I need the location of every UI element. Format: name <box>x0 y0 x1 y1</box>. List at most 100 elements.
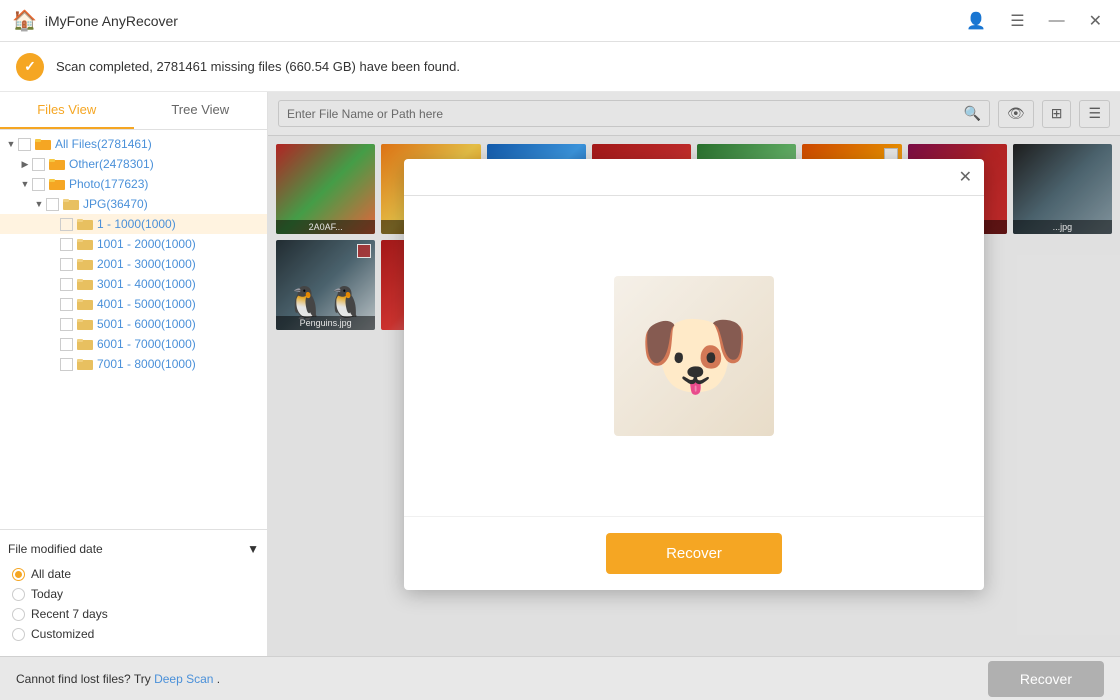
date-filter-label: File modified date <box>8 542 103 556</box>
tab-files-view[interactable]: Files View <box>0 92 134 129</box>
tab-tree-view[interactable]: Tree View <box>134 92 268 129</box>
checkbox-range-1[interactable] <box>60 218 73 231</box>
radio-label-recent-7: Recent 7 days <box>31 607 108 621</box>
label-range-7: 6001 - 7000(1000) <box>97 337 196 351</box>
folder-icon-range-3 <box>77 258 93 270</box>
toggle-range-3 <box>46 257 60 271</box>
checkbox-range-8[interactable] <box>60 358 73 371</box>
checkbox-range-4[interactable] <box>60 278 73 291</box>
modal-footer: Recover <box>404 516 984 590</box>
tree-item-photo[interactable]: ▼ Photo(177623) <box>0 174 267 194</box>
modal-recover-button[interactable]: Recover <box>606 533 782 574</box>
radio-all-date[interactable]: All date <box>8 564 259 584</box>
modal-header: ✕ <box>404 159 984 196</box>
bottom-text-prefix: Cannot find lost files? Try <box>16 672 151 686</box>
minimize-button[interactable]: — <box>1043 10 1071 32</box>
tree-item-range-5[interactable]: 4001 - 5000(1000) <box>0 294 267 314</box>
toggle-all-files[interactable]: ▼ <box>4 137 18 151</box>
label-range-8: 7001 - 8000(1000) <box>97 357 196 371</box>
bottom-bar: Cannot find lost files? Try Deep Scan . … <box>0 656 1120 700</box>
success-icon <box>16 53 44 81</box>
label-range-3: 2001 - 3000(1000) <box>97 257 196 271</box>
radio-label-all-date: All date <box>31 567 71 581</box>
right-panel: 🔍 👁 ⊞ ☰ 2A0AF... E368... 2C05F70F@24815.… <box>268 92 1120 656</box>
radio-recent-7[interactable]: Recent 7 days <box>8 604 259 624</box>
radio-circle-recent-7 <box>12 608 25 621</box>
toggle-range-7 <box>46 337 60 351</box>
user-button[interactable]: 👤 <box>960 9 992 33</box>
modal-overlay: ✕ 🐶 Recover <box>268 92 1120 656</box>
label-range-2: 1001 - 2000(1000) <box>97 237 196 251</box>
tree-item-other[interactable]: ▶ Other(2478301) <box>0 154 267 174</box>
radio-today[interactable]: Today <box>8 584 259 604</box>
deep-scan-link[interactable]: Deep Scan <box>154 672 213 686</box>
tree-item-all-files[interactable]: ▼ All Files(2781461) <box>0 134 267 154</box>
toggle-jpg[interactable]: ▼ <box>32 197 46 211</box>
label-range-1: 1 - 1000(1000) <box>97 217 176 231</box>
toggle-range-6 <box>46 317 60 331</box>
folder-icon-range-1 <box>77 218 93 230</box>
modal-close-button[interactable]: ✕ <box>959 167 972 187</box>
folder-icon-range-5 <box>77 298 93 310</box>
radio-circle-today <box>12 588 25 601</box>
folder-icon-range-2 <box>77 238 93 250</box>
label-other: Other(2478301) <box>69 157 154 171</box>
view-tabs: Files View Tree View <box>0 92 267 130</box>
folder-icon-range-6 <box>77 318 93 330</box>
tree-item-jpg[interactable]: ▼ JPG(36470) <box>0 194 267 214</box>
label-range-4: 3001 - 4000(1000) <box>97 277 196 291</box>
menu-button[interactable]: ☰ <box>1004 9 1030 33</box>
folder-icon-range-4 <box>77 278 93 290</box>
notification-text: Scan completed, 2781461 missing files (6… <box>56 59 460 74</box>
tree-item-range-8[interactable]: 7001 - 8000(1000) <box>0 354 267 374</box>
toggle-range-2 <box>46 237 60 251</box>
toggle-range-8 <box>46 357 60 371</box>
toggle-range-5 <box>46 297 60 311</box>
modal-preview-image: 🐶 <box>614 276 774 436</box>
checkbox-range-2[interactable] <box>60 238 73 251</box>
window-controls: 👤 ☰ — ✕ <box>960 9 1108 33</box>
bottom-message: Cannot find lost files? Try Deep Scan . <box>16 672 220 686</box>
checkbox-range-3[interactable] <box>60 258 73 271</box>
folder-icon-all-files <box>35 138 51 150</box>
checkbox-jpg[interactable] <box>46 198 59 211</box>
toggle-range-4 <box>46 277 60 291</box>
bottom-text-suffix: . <box>217 672 220 686</box>
tree-item-range-4[interactable]: 3001 - 4000(1000) <box>0 274 267 294</box>
checkbox-range-6[interactable] <box>60 318 73 331</box>
app-icon: 🏠 <box>12 8 37 33</box>
date-filter-chevron: ▼ <box>247 542 259 556</box>
label-range-6: 5001 - 6000(1000) <box>97 317 196 331</box>
tree-item-range-7[interactable]: 6001 - 7000(1000) <box>0 334 267 354</box>
label-jpg: JPG(36470) <box>83 197 148 211</box>
tree-item-range-2[interactable]: 1001 - 2000(1000) <box>0 234 267 254</box>
checkbox-photo[interactable] <box>32 178 45 191</box>
close-button[interactable]: ✕ <box>1083 9 1108 33</box>
checkbox-range-7[interactable] <box>60 338 73 351</box>
tree-item-range-3[interactable]: 2001 - 3000(1000) <box>0 254 267 274</box>
modal-body: 🐶 <box>404 196 984 516</box>
main-recover-button[interactable]: Recover <box>988 661 1104 697</box>
checkbox-all-files[interactable] <box>18 138 31 151</box>
folder-icon-range-8 <box>77 358 93 370</box>
left-panel: Files View Tree View ▼ All Files(2781461… <box>0 92 268 656</box>
checkbox-other[interactable] <box>32 158 45 171</box>
checkbox-range-5[interactable] <box>60 298 73 311</box>
folder-icon-other <box>49 158 65 170</box>
file-tree: ▼ All Files(2781461) ▶ Other(2478301) ▼ … <box>0 130 267 529</box>
main-layout: Files View Tree View ▼ All Files(2781461… <box>0 92 1120 656</box>
toggle-range-1 <box>46 217 60 231</box>
tree-item-range-1[interactable]: 1 - 1000(1000) <box>0 214 267 234</box>
label-range-5: 4001 - 5000(1000) <box>97 297 196 311</box>
tree-item-range-6[interactable]: 5001 - 6000(1000) <box>0 314 267 334</box>
toggle-other[interactable]: ▶ <box>18 157 32 171</box>
title-bar: 🏠 iMyFone AnyRecover 👤 ☰ — ✕ <box>0 0 1120 42</box>
radio-circle-customized <box>12 628 25 641</box>
toggle-photo[interactable]: ▼ <box>18 177 32 191</box>
notification-bar: Scan completed, 2781461 missing files (6… <box>0 42 1120 92</box>
date-filter-header[interactable]: File modified date ▼ <box>8 538 259 560</box>
label-photo: Photo(177623) <box>69 177 148 191</box>
date-filter-options: All date Today Recent 7 days Customized <box>8 560 259 648</box>
radio-label-customized: Customized <box>31 627 94 641</box>
radio-customized[interactable]: Customized <box>8 624 259 644</box>
